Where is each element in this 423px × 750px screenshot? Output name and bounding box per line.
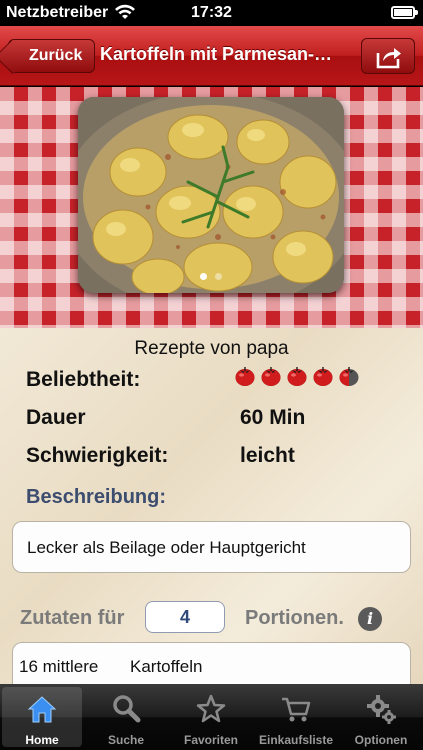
home-icon [27, 696, 57, 723]
duration-value: 60 Min [240, 406, 306, 429]
recipe-author: Rezepte von papa [134, 338, 289, 359]
description-title: Beschreibung: [26, 486, 167, 508]
clock: 17:32 [191, 4, 232, 21]
tomato-icon [313, 367, 333, 386]
search-icon [113, 695, 141, 723]
star-icon [196, 694, 226, 723]
tab-search[interactable]: Suche [86, 687, 166, 747]
recipe-photo[interactable] [78, 97, 344, 293]
battery-icon [391, 6, 418, 19]
description-box: Lecker als Beilage oder Hauptgericht [12, 521, 411, 573]
duration-label: Dauer [26, 406, 86, 429]
gallery-page-indicator [78, 267, 344, 285]
tab-options[interactable]: Optionen [341, 687, 421, 747]
share-icon [376, 48, 401, 69]
page-dot [215, 273, 222, 280]
portions-input[interactable]: 4 [145, 601, 225, 633]
tab-home[interactable]: Home [2, 687, 82, 747]
ingredients-list: 16 mittlere Kartoffeln [12, 642, 411, 684]
back-button[interactable]: Zurück [8, 39, 96, 73]
page-title: Kartoffeln mit Parmesan-… [100, 44, 333, 64]
gear-icon [367, 695, 396, 724]
tab-favorites[interactable]: Favoriten [171, 687, 251, 747]
recipe-gallery[interactable] [0, 87, 423, 328]
ingredients-suffix: Portionen. [245, 607, 344, 629]
difficulty-value: leicht [240, 444, 295, 467]
ingredient-quantity: 16 mittlere [19, 657, 99, 676]
ingredient-name: Kartoffeln [130, 657, 203, 676]
description-text: Lecker als Beilage oder Hauptgericht [27, 538, 306, 557]
tab-bar: Home Suche Favoriten Einkaufsliste Optio… [0, 684, 423, 750]
info-icon[interactable]: i [358, 607, 382, 631]
tomato-icon [261, 367, 281, 386]
tomato-icon [339, 367, 359, 386]
recipe-details: Rezepte von papa Beliebtheit: Dauer 60 M… [0, 328, 423, 684]
ingredients-prefix: Zutaten für [20, 607, 125, 629]
tomato-icon [235, 367, 255, 386]
tab-shopping-list[interactable]: Einkaufsliste [256, 687, 336, 747]
share-button[interactable] [361, 38, 415, 74]
navigation-bar: Zurück Kartoffeln mit Parmesan-… [0, 26, 423, 86]
status-bar: Netzbetreiber 17:32 [0, 0, 423, 26]
page-dot [200, 273, 207, 280]
difficulty-label: Schwierigkeit: [26, 444, 169, 467]
potato-dish-image [78, 97, 344, 293]
tomato-icon [287, 367, 307, 386]
cart-icon [282, 697, 311, 722]
popularity-label: Beliebtheit: [26, 368, 141, 391]
